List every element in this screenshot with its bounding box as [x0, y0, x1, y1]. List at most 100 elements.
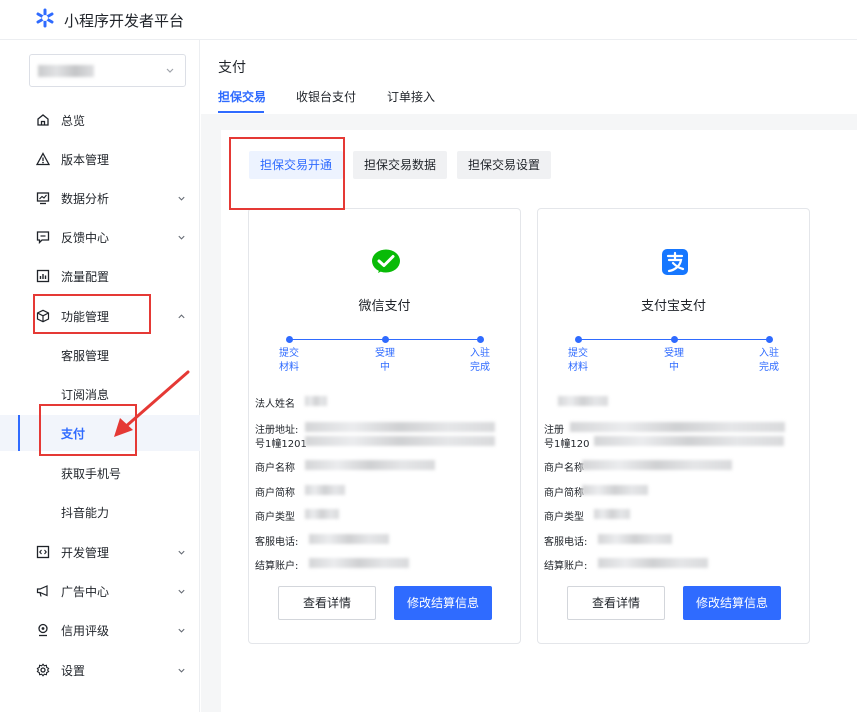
sidebar-subitem-payment[interactable]: 支付 [0, 415, 200, 451]
sidebar-item-settings[interactable]: 设置 [0, 652, 200, 688]
redacted-value [594, 436, 784, 446]
redacted-value [305, 460, 435, 470]
field-merchant-short: 商户简称 [255, 488, 295, 499]
page-header: 支付 担保交易 收银台支付 订单接入 [201, 40, 857, 114]
sidebar-item-label: 版本管理 [61, 153, 110, 167]
sidebar-subitem-customer-service[interactable]: 客服管理 [0, 337, 200, 373]
app-logo-icon [36, 8, 54, 28]
page-title: 支付 [218, 60, 246, 76]
progress-step-label: 入驻 完成 [470, 348, 490, 373]
top-bar: 小程序开发者平台 [0, 0, 857, 40]
progress-step-dot [575, 336, 582, 343]
sidebar-subitem-phone-number[interactable]: 获取手机号 [0, 455, 200, 491]
sidebar-item-label: 反馈中心 [61, 231, 110, 245]
megaphone-icon [36, 585, 48, 597]
field-merchant-short: 商户简称 [544, 488, 584, 499]
main-area: 支付 担保交易 收银台支付 订单接入 担保交易开通 担保交易数据 担保交易设置 … [201, 40, 857, 712]
chevron-up-icon [178, 314, 185, 319]
sidebar-item-versions[interactable]: 版本管理 [0, 141, 200, 177]
subtab-settings[interactable]: 担保交易设置 [457, 151, 552, 179]
sidebar-item-label: 客服管理 [61, 349, 110, 363]
message-box-icon [36, 231, 50, 244]
sidebar-item-credit[interactable]: 信用评级 [0, 612, 200, 648]
field-service-phone: 客服电话: [544, 537, 588, 548]
sidebar-item-label: 功能管理 [61, 310, 110, 324]
sidebar-subitem-subscription[interactable]: 订阅消息 [0, 376, 200, 412]
sidebar-item-development[interactable]: 开发管理 [0, 534, 200, 570]
progress-step-dot [477, 336, 484, 343]
field-address-cont: 号1幢120 [544, 439, 590, 450]
sidebar-item-analytics[interactable]: 数据分析 [0, 180, 200, 216]
progress-step-label: 受理中 [375, 348, 395, 373]
alipay-icon [662, 249, 688, 275]
chevron-down-icon [166, 68, 174, 73]
subtab-data[interactable]: 担保交易数据 [353, 151, 448, 179]
modify-settlement-button[interactable]: 修改结算信息 [394, 586, 492, 620]
redacted-value [305, 422, 495, 432]
sidebar-item-label: 设置 [61, 664, 86, 678]
sidebar-item-features[interactable]: 功能管理 [0, 298, 200, 334]
progress-step-dot [286, 336, 293, 343]
sidebar-item-label: 订阅消息 [61, 388, 110, 402]
active-tab-indicator [218, 111, 264, 113]
sidebar-item-ads[interactable]: 广告中心 [0, 573, 200, 609]
redacted-value [598, 534, 672, 544]
tab-checkout-payment[interactable]: 收银台支付 [296, 88, 356, 105]
redacted-value [582, 485, 648, 495]
sidebar-item-traffic[interactable]: 流量配置 [0, 258, 200, 294]
wechat-pay-icon [372, 249, 400, 273]
redacted-value [598, 558, 708, 568]
progress-step-dot [671, 336, 678, 343]
payment-method-name: 微信支付 [358, 299, 411, 314]
field-merchant-type: 商户类型 [544, 512, 584, 523]
payment-method-name: 支付宝支付 [640, 299, 706, 314]
redacted-value [309, 534, 389, 544]
progress-step-label: 入驻 完成 [759, 348, 779, 373]
alipay-card: 支付宝支付 提交 材料 受理中 入驻 完成 注册 号1幢120 商户名称 商户简称 … [537, 208, 810, 644]
warning-triangle-icon [36, 152, 50, 166]
redacted-value [582, 460, 732, 470]
progress-step-dot [382, 336, 389, 343]
sidebar-item-overview[interactable]: 总览 [0, 102, 200, 138]
redacted-value [305, 485, 345, 495]
chevron-down-icon [178, 550, 185, 555]
field-merchant-name: 商户名称 [544, 463, 584, 474]
progress-step-label: 提交 材料 [279, 348, 299, 373]
redacted-value [305, 396, 327, 406]
sidebar-item-label: 信用评级 [61, 624, 110, 638]
app-selector[interactable] [29, 54, 186, 87]
home-icon [37, 114, 49, 126]
chevron-down-icon [178, 668, 185, 673]
app-name-redacted [38, 65, 94, 77]
progress-step-label: 提交 材料 [568, 348, 588, 373]
modify-settlement-button[interactable]: 修改结算信息 [683, 586, 781, 620]
gear-icon [36, 663, 50, 677]
code-icon [36, 545, 50, 559]
field-address-cont: 号1幢1201 [255, 439, 307, 450]
field-merchant-name: 商户名称 [255, 463, 295, 474]
tab-guaranteed-trade[interactable]: 担保交易 [218, 88, 266, 105]
sidebar: 总览 版本管理 数据分析 反馈中心 流量配置 功能管理 客服管理 订阅消息 支付… [0, 40, 200, 712]
view-details-button[interactable]: 查看详情 [567, 586, 665, 620]
redacted-value [305, 509, 339, 519]
chevron-down-icon [178, 196, 185, 201]
field-address: 注册地址: [255, 425, 299, 436]
view-details-button[interactable]: 查看详情 [278, 586, 376, 620]
sidebar-item-label: 总览 [61, 114, 86, 128]
monitor-chart-icon [36, 192, 50, 205]
field-settlement-account: 结算账户: [255, 561, 299, 572]
tab-order-integration[interactable]: 订单接入 [387, 88, 435, 105]
chevron-down-icon [178, 589, 185, 594]
subtab-enable[interactable]: 担保交易开通 [249, 151, 344, 179]
content-panel: 担保交易开通 担保交易数据 担保交易设置 微信支付 提交 材料 受理中 入驻 完成 … [221, 130, 857, 712]
sidebar-item-label: 数据分析 [61, 192, 110, 206]
redacted-value [309, 558, 409, 568]
field-service-phone: 客服电话: [255, 537, 299, 548]
sidebar-subitem-douyin[interactable]: 抖音能力 [0, 494, 200, 530]
field-address: 注册 [544, 425, 564, 436]
sidebar-item-feedback[interactable]: 反馈中心 [0, 219, 200, 255]
sidebar-item-label: 支付 [61, 427, 86, 441]
redacted-value [594, 509, 630, 519]
location-badge-icon [38, 623, 48, 637]
redacted-value [558, 396, 608, 406]
